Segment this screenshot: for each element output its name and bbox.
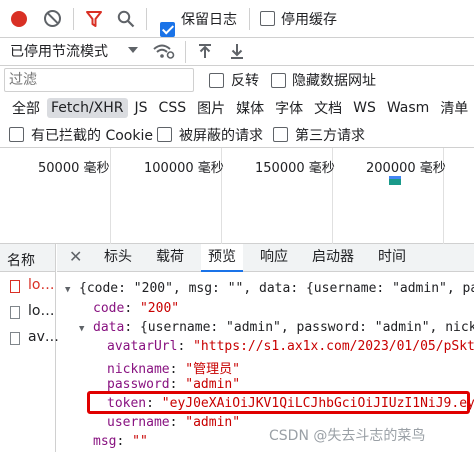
type-filter-7[interactable]: 文档 (310, 96, 346, 120)
blocked-cookies-label: 有已拦截的 Cookie (31, 128, 153, 144)
filter-icon[interactable] (85, 10, 103, 28)
third-party-label: 第三方请求 (295, 128, 365, 144)
record-stop-button[interactable] (11, 11, 27, 27)
request-name: lo… (28, 303, 55, 319)
detail-tab-1[interactable]: 载荷 (149, 244, 191, 272)
blocked-requests-checkbox[interactable] (157, 127, 172, 142)
hide-data-urls-label: 隐藏数据网址 (292, 73, 376, 89)
name-column-header: 名称 (7, 253, 35, 269)
throttle-toolbar: 已停用节流模式 (0, 38, 474, 66)
blocked-cookies-checkbox[interactable] (9, 127, 24, 142)
preview-username-line: username: "admin" (107, 415, 241, 430)
preview-summary: {code: "200", msg: "", data: {username: … (79, 281, 474, 296)
detail-tab-2[interactable]: 预览 (201, 244, 243, 272)
type-filter-1[interactable]: Fetch/XHR (47, 98, 128, 118)
search-icon[interactable] (117, 10, 135, 28)
watermark: CSDN @失去斗志的菜鸟 (269, 428, 426, 444)
type-filter-3[interactable]: CSS (155, 98, 191, 118)
preserve-log-label: 保留日志 (181, 12, 237, 28)
network-toolbar: 保留日志 停用缓存 (0, 0, 474, 38)
third-party-checkbox[interactable] (273, 127, 288, 142)
timeline-tick: 200000 毫秒 (366, 161, 446, 176)
filter-input[interactable] (4, 68, 194, 92)
file-icon (10, 306, 20, 319)
close-icon[interactable]: ✕ (69, 247, 82, 266)
preview-data-line[interactable]: ▼ data: {username: "admin", password: "ad… (79, 320, 474, 335)
preview-msg-line: msg: "" (93, 434, 148, 449)
detail-tab-4[interactable]: 启动器 (305, 244, 361, 272)
file-icon (10, 332, 20, 345)
type-filter-5[interactable]: 媒体 (232, 96, 268, 120)
import-har-icon[interactable] (198, 44, 212, 60)
error-file-icon (10, 280, 20, 293)
hide-data-urls-checkbox[interactable] (271, 73, 286, 88)
detail-tab-3[interactable]: 响应 (253, 244, 295, 272)
preserve-log-checkbox[interactable] (160, 22, 175, 37)
export-har-icon[interactable] (230, 43, 244, 59)
request-list: 名称 lo… lo… av… (0, 244, 59, 452)
timeline-request-bar (389, 176, 401, 185)
detail-tab-0[interactable]: 标头 (97, 244, 139, 272)
detail-tab-5[interactable]: 时间 (371, 244, 413, 272)
preview-avatar-line: avatarUrl: "https://s1.ax1x.com/2023/01/… (107, 339, 474, 354)
preview-panel: ▼ {code: "200", msg: "", data: {username:… (57, 272, 474, 452)
preview-root-line[interactable]: ▼ {code: "200", msg: "", data: {username:… (65, 281, 474, 296)
invert-label: 反转 (231, 73, 259, 89)
resource-type-filters: 全部Fetch/XHRJSCSS图片媒体字体文档WSWasm清单其 (0, 95, 474, 121)
clear-icon[interactable] (44, 10, 61, 27)
request-row[interactable]: lo… (0, 274, 55, 298)
preview-nickname-line: nickname: "管理员" (107, 362, 240, 377)
request-name: av… (28, 329, 59, 345)
type-filter-8[interactable]: WS (349, 98, 380, 118)
timeline-tick: 150000 毫秒 (255, 161, 335, 176)
filter-bar: 反转 隐藏数据网址 (0, 66, 474, 94)
type-filter-4[interactable]: 图片 (193, 96, 229, 120)
chevron-down-icon[interactable] (128, 47, 138, 53)
request-row[interactable]: lo… (0, 300, 55, 324)
request-name: lo… (28, 277, 55, 293)
preview-password-line: password: "admin" (107, 377, 241, 392)
detail-tabbar: ✕ 标头 载荷 预览 响应 启动器 时间 (57, 244, 474, 272)
type-filter-9[interactable]: Wasm (383, 98, 433, 118)
timeline-overview[interactable]: 50000 毫秒 100000 毫秒 150000 毫秒 200000 毫秒 (0, 148, 474, 244)
request-list-header[interactable]: 名称 (0, 244, 55, 272)
invert-checkbox[interactable] (209, 73, 224, 88)
request-row[interactable]: av… (0, 326, 59, 350)
type-filter-0[interactable]: 全部 (8, 96, 44, 120)
type-filter-6[interactable]: 字体 (271, 96, 307, 120)
network-conditions-icon[interactable] (153, 43, 175, 60)
type-filter-2[interactable]: JS (131, 98, 152, 118)
timeline-tick: 100000 毫秒 (144, 161, 224, 176)
disable-cache-label: 停用缓存 (281, 12, 337, 28)
throttle-select[interactable]: 已停用节流模式 (10, 41, 108, 61)
blocked-filters: 有已拦截的 Cookie 被屏蔽的请求 第三方请求 (0, 122, 474, 148)
preview-code-line: code: "200" (93, 301, 180, 316)
type-filter-10[interactable]: 清单 (436, 96, 472, 120)
timeline-tick: 50000 毫秒 (38, 161, 110, 176)
blocked-requests-label: 被屏蔽的请求 (179, 128, 263, 144)
disable-cache-checkbox[interactable] (260, 11, 275, 26)
token-highlight-box (87, 391, 470, 414)
